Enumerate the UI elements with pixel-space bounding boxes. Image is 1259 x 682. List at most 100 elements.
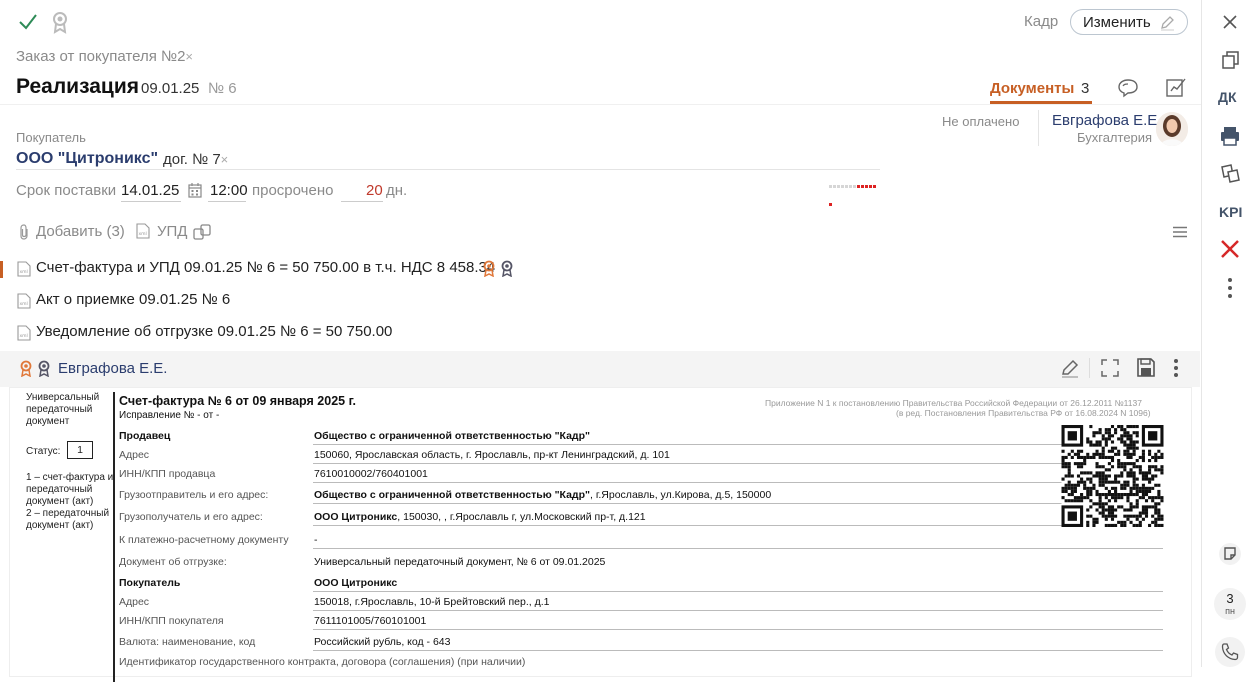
save-icon[interactable] [1136,357,1156,378]
medal-icon[interactable] [50,10,70,34]
overdue-days-underline [341,201,383,202]
change-button[interactable]: Изменить [1070,9,1188,35]
delivery-date-field[interactable]: 14.01.25 [121,182,179,199]
responsible-name[interactable]: Евграфова Е.Е. [1052,112,1161,129]
invoice-field-label: ИНН/КПП продавца [119,468,216,480]
status-note-2: 2 – передаточный документ (акт) [26,508,110,531]
vertical-divider [1038,110,1039,146]
pencil-icon [1161,16,1174,31]
printer-icon[interactable] [1218,124,1242,148]
document-title[interactable]: Акт о приемке 09.01.25 № 6 [36,291,230,308]
xml-file-icon[interactable]: xml [136,223,150,239]
invoice-field-value: 7611101005/760101001 [314,615,427,627]
invoice-field-label: Документ об отгрузке: [119,556,227,568]
document-title[interactable]: Уведомление об отгрузке 09.01.25 № 6 = 5… [36,323,392,340]
document-row[interactable]: xml Акт о приемке 09.01.25 № 6 [0,290,1200,320]
invoice-field-value: Российский рубль, код - 643 [314,636,451,648]
contract-close-icon[interactable]: × [221,152,229,167]
appendix-note-1: Приложение N 1 к постановлению Правитель… [765,398,1142,408]
sticky-note-icon[interactable] [1218,542,1242,566]
check-icon[interactable] [16,10,40,34]
page-title: Реализация [16,75,140,98]
invoice-field-label: Продавец [119,430,171,442]
overdue-days-field[interactable]: 20 [366,182,383,199]
kpi-button[interactable]: KPI [1219,204,1242,220]
change-button-label: Изменить [1083,14,1151,31]
invoice-field-label: Покупатель [119,577,181,589]
document-row[interactable]: xml Уведомление об отгрузке 09.01.25 № 6… [0,322,1200,352]
menu-icon[interactable] [1173,226,1187,238]
status-value: 1 [67,441,93,459]
field-underline [313,548,1163,549]
medal-orange-icon [483,260,495,277]
contract-label[interactable]: дог. № 7 [163,151,221,168]
invoice-field-value: ООО Цитроникс, 150030, , г.Ярославль г, … [314,511,646,523]
calendar-day-button[interactable]: 3 пн [1214,588,1246,620]
svg-text:xml: xml [20,301,28,307]
invoice-field-label: Грузоотправитель и его адрес: [119,489,269,501]
field-underline [313,610,1163,611]
medal-gray-icon [38,360,50,377]
day-name: пн [1225,606,1235,616]
person-photo-icon [1156,112,1188,146]
paperclip-icon[interactable] [18,224,30,240]
link-icon[interactable] [193,223,211,241]
invoice-field-value: 7610010002/760401001 [314,468,428,480]
document-row[interactable]: xml Счет-фактура и УПД 09.01.25 № 6 = 50… [0,258,1200,288]
invoice-title: Счет-фактура № 6 от 09 января 2025 г. [119,394,357,408]
calendar-icon[interactable] [188,182,202,198]
upd-doc-type: Универсальный передаточный документ [26,392,100,427]
contract-link[interactable]: дог. № 7× [163,151,228,168]
edit-icon[interactable] [1060,358,1080,378]
signer-name[interactable]: Евграфова Е.Е. [58,360,167,377]
breadcrumb[interactable]: Заказ от покупателя №2× [16,48,193,65]
field-underline [313,525,1163,526]
field-underline [313,463,1163,464]
responsible-department: Бухгалтерия [1077,130,1153,145]
field-underline [313,503,1163,504]
fullscreen-icon[interactable] [1100,358,1120,378]
dk-button[interactable]: ДК [1218,89,1237,105]
report-chart-icon[interactable] [1165,76,1187,98]
chat-icon[interactable] [1116,78,1140,98]
breadcrumb-label[interactable]: Заказ от покупателя №2 [16,48,185,65]
preview-left-column: Универсальный передаточный документ Стат… [26,392,116,532]
phone-icon[interactable] [1214,636,1246,668]
document-date[interactable]: 09.01.25 [141,80,199,97]
invoice-field-value: Общество с ограниченной ответственностью… [314,489,772,501]
documents-stack-icon[interactable] [1218,162,1242,186]
invoice-field-label: К платежно-расчетному документу [119,534,289,546]
document-number[interactable]: № 6 [208,80,237,97]
selected-marker [0,261,3,278]
qr-code-icon [1061,425,1164,527]
day-number: 3 [1226,591,1234,606]
right-sidebar: ДК KPI 3 пн [1201,0,1259,667]
document-preview[interactable]: Универсальный передаточный документ Стат… [9,387,1192,682]
field-underline [313,629,1163,630]
payment-status[interactable]: Не оплачено [942,114,1019,129]
invoice-field-value: 150018, г.Ярославль, 10-й Брейтовский пе… [314,596,550,608]
document-title[interactable]: Счет-фактура и УПД 09.01.25 № 6 = 50 750… [36,259,495,276]
tab-documents[interactable]: Документы [990,80,1074,97]
xml-file-icon: xml [17,293,31,309]
delete-icon[interactable] [1218,237,1242,261]
upd-button[interactable]: УПД [157,223,187,240]
buyer-underline [16,169,880,170]
invoice-field-label: Идентификатор государственного контракта… [119,656,526,668]
invoice-field-label: Грузополучатель и его адрес: [119,511,263,523]
invoice-field-value: 150060, Ярославская область, г. Ярославл… [314,449,670,461]
delivery-time-field[interactable]: 12:00 [210,182,248,199]
copy-icon[interactable] [1218,48,1242,72]
add-attachment-button[interactable]: Добавить (3) [36,223,125,240]
status-note-1: 1 – счет-фактура и передаточный документ… [26,472,114,507]
invoice-field-value: - [314,534,318,546]
more-vertical-icon[interactable] [1218,276,1242,300]
invoice-field-label: Адрес [119,596,150,608]
close-icon[interactable] [1218,10,1242,34]
buyer-name-link[interactable]: ООО "Цитроникс" [16,150,158,168]
breadcrumb-close-icon[interactable]: × [185,49,193,64]
avatar[interactable] [1156,112,1188,146]
medal-orange-icon [20,360,32,377]
kadr-label: Кадр [1024,13,1059,30]
more-vertical-icon[interactable] [1172,358,1180,378]
